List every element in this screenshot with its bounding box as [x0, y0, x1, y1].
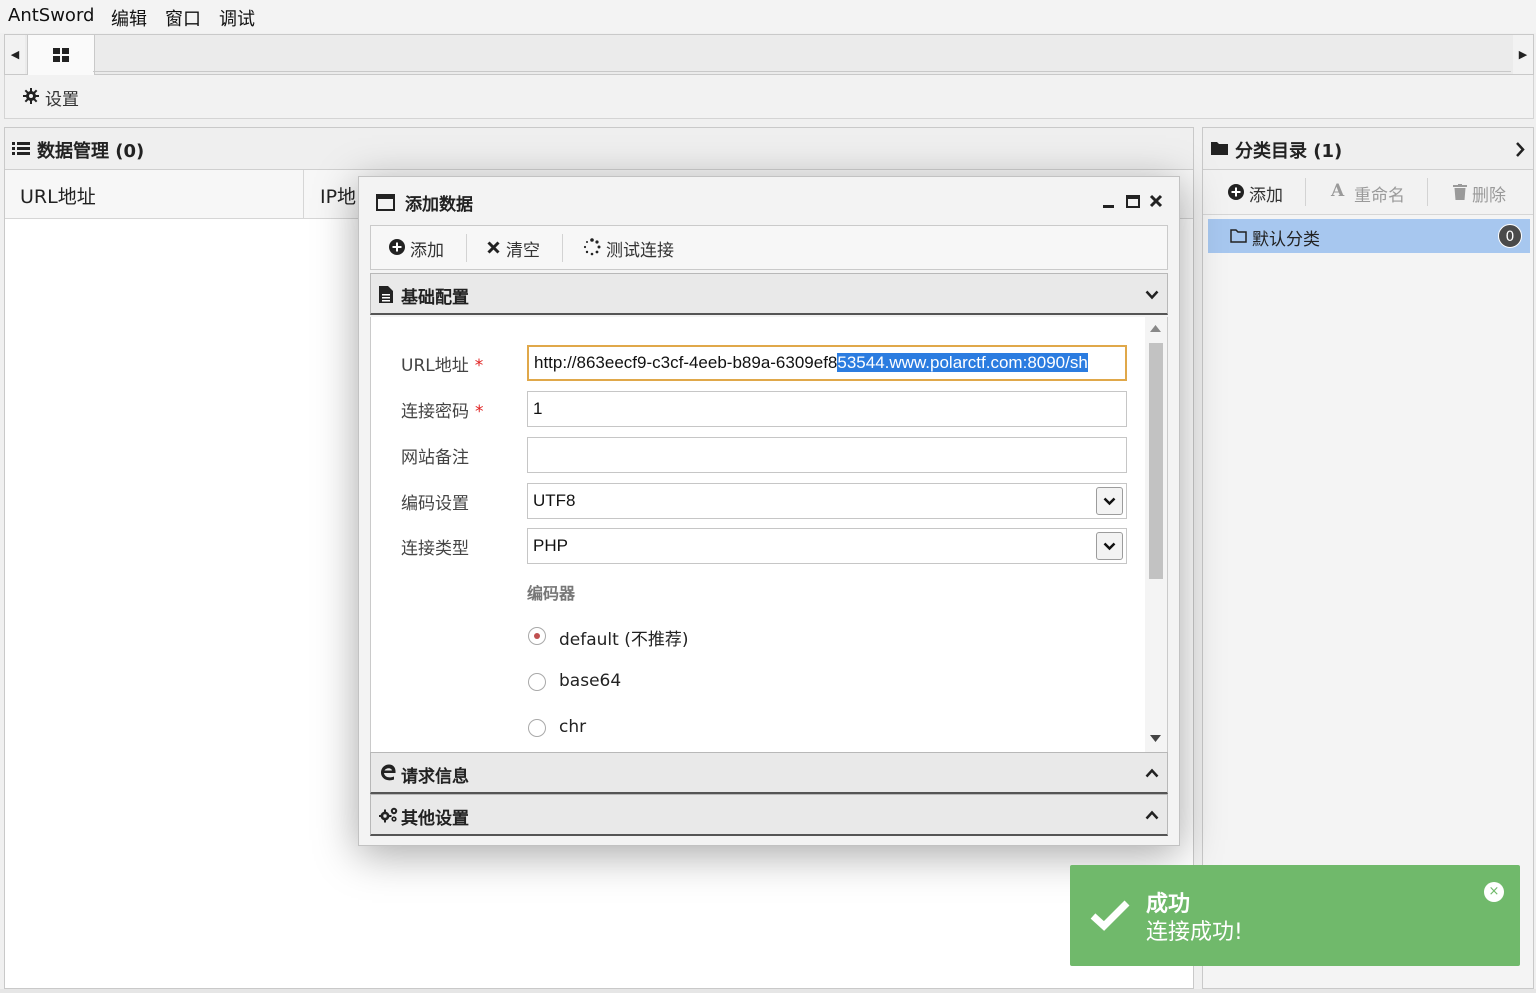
chevron-right-icon[interactable] — [1515, 142, 1525, 157]
spinner-icon — [583, 238, 601, 256]
gears-icon — [379, 807, 398, 823]
toolbar-separator — [1305, 178, 1306, 206]
tab-home[interactable] — [27, 35, 95, 75]
type-label: 连接类型 — [401, 539, 469, 559]
menu-debug[interactable]: 调试 — [219, 5, 255, 31]
category-delete-button[interactable]: 删除 — [1472, 181, 1506, 206]
chevron-up-icon — [1145, 768, 1159, 778]
window-icon — [376, 194, 395, 211]
add-data-dialog: 添加数据 添加 清空 测试连接 基础配置 URL地址 * http://863ee… — [358, 176, 1180, 846]
dialog-titlebar[interactable]: 添加数据 — [359, 177, 1179, 223]
bottom-border — [0, 989, 1536, 993]
password-label: 连接密码 * — [401, 402, 484, 422]
scroll-thumb[interactable] — [1149, 343, 1163, 579]
toast-message: 连接成功! — [1146, 920, 1243, 945]
encoder-default-radio[interactable] — [528, 627, 546, 645]
caret-right-icon: ▶ — [1518, 48, 1528, 61]
section-other-title: 其他设置 — [401, 809, 469, 829]
toolbar-separator — [1427, 178, 1428, 206]
settings-toolbar: 设置 — [4, 75, 1534, 119]
tab-scroll-right-button[interactable]: ▶ — [1513, 35, 1533, 74]
scroll-down-arrow-icon[interactable] — [1150, 735, 1161, 742]
tab-bar: ◀ ▶ — [4, 34, 1534, 75]
section-request-info[interactable]: 请求信息 — [370, 752, 1168, 794]
category-count-badge: 0 — [1498, 224, 1522, 248]
maximize-icon[interactable] — [1126, 195, 1140, 208]
column-divider[interactable] — [303, 170, 304, 218]
section-other-settings[interactable]: 其他设置 — [370, 794, 1168, 836]
basic-config-form: URL地址 * http://863eecf9-c3cf-4eeb-b89a-63… — [370, 317, 1168, 752]
tab-scroll-left-button[interactable]: ◀ — [5, 35, 25, 74]
category-add-button[interactable]: 添加 — [1249, 181, 1283, 206]
times-icon — [487, 241, 500, 254]
dialog-title: 添加数据 — [405, 195, 473, 215]
category-panel-header: 分类目录 (1) — [1203, 128, 1533, 170]
column-ip[interactable]: IP地 — [320, 182, 356, 209]
font-icon: A — [1331, 181, 1345, 201]
category-item-label: 默认分类 — [1252, 230, 1320, 250]
note-label: 网站备注 — [401, 448, 469, 468]
note-input[interactable] — [527, 437, 1127, 473]
chevron-down-icon — [1145, 290, 1159, 300]
folder-open-icon — [1230, 229, 1247, 243]
scroll-up-arrow-icon[interactable] — [1150, 325, 1161, 332]
close-icon[interactable] — [1149, 194, 1163, 208]
section-request-title: 请求信息 — [401, 767, 469, 787]
menu-edit[interactable]: 编辑 — [111, 5, 147, 31]
folder-icon — [1211, 142, 1228, 155]
minimize-icon[interactable] — [1103, 205, 1114, 208]
trash-icon — [1453, 184, 1467, 200]
encoding-select[interactable]: UTF8 — [527, 483, 1127, 519]
chevron-down-icon — [1103, 497, 1116, 505]
success-toast: 成功 连接成功! × — [1070, 865, 1520, 966]
toolbar-separator — [562, 234, 563, 262]
dialog-clear-button[interactable]: 清空 — [506, 236, 540, 261]
list-icon — [12, 142, 30, 155]
encoding-label: 编码设置 — [401, 494, 469, 514]
encoder-base64-label[interactable]: base64 — [559, 671, 621, 691]
gear-icon — [23, 88, 39, 104]
data-panel-title: 数据管理 (0) — [37, 141, 145, 162]
url-input[interactable]: http://863eecf9-c3cf-4eeb-b89a-6309ef853… — [527, 345, 1127, 381]
grid-icon — [53, 48, 69, 62]
file-text-icon — [379, 286, 393, 303]
category-item-default[interactable]: 默认分类 0 — [1208, 219, 1530, 253]
menu-bar: AntSword 编辑 窗口 调试 — [0, 0, 1536, 33]
url-label: URL地址 * — [401, 356, 484, 376]
check-icon — [1090, 900, 1130, 931]
encoder-label: 编码器 — [527, 584, 576, 603]
chevron-up-icon — [1145, 810, 1159, 820]
edge-icon — [381, 764, 396, 781]
category-panel: 分类目录 (1) 添加 A 重命名 删除 默认分类 0 — [1202, 127, 1534, 989]
type-select[interactable]: PHP — [527, 528, 1127, 564]
plus-circle-icon — [389, 239, 405, 255]
data-panel-header: 数据管理 (0) — [5, 128, 1193, 170]
password-input[interactable]: 1 — [527, 391, 1127, 427]
settings-button[interactable]: 设置 — [45, 85, 79, 110]
tab-strip-empty — [93, 35, 1511, 72]
dialog-add-button[interactable]: 添加 — [410, 236, 444, 261]
type-dropdown-button[interactable] — [1096, 532, 1123, 560]
test-connection-button[interactable]: 测试连接 — [606, 236, 674, 261]
encoder-default-label[interactable]: default (不推荐) — [559, 625, 688, 650]
dialog-toolbar: 添加 清空 测试连接 — [370, 225, 1168, 270]
category-rename-button[interactable]: 重命名 — [1354, 181, 1405, 206]
category-panel-title: 分类目录 (1) — [1235, 141, 1343, 162]
toolbar-separator — [466, 234, 467, 262]
encoding-dropdown-button[interactable] — [1096, 487, 1123, 515]
section-basic-config[interactable]: 基础配置 — [370, 273, 1168, 315]
toast-close-icon[interactable]: × — [1484, 882, 1504, 902]
chevron-down-icon — [1103, 542, 1116, 550]
menu-antsword[interactable]: AntSword — [8, 5, 94, 26]
encoder-chr-radio[interactable] — [528, 719, 546, 737]
category-toolbar: 添加 A 重命名 删除 — [1203, 170, 1533, 215]
caret-left-icon: ◀ — [10, 48, 20, 61]
menu-window[interactable]: 窗口 — [165, 5, 201, 31]
column-url[interactable]: URL地址 — [20, 182, 96, 209]
encoder-base64-radio[interactable] — [528, 673, 546, 691]
plus-circle-icon — [1228, 184, 1244, 200]
section-basic-title: 基础配置 — [401, 288, 469, 308]
form-scrollbar[interactable] — [1145, 317, 1167, 752]
encoder-chr-label[interactable]: chr — [559, 717, 586, 737]
